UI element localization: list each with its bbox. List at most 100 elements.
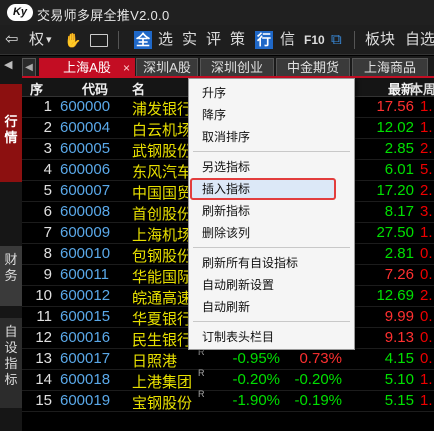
- column-header-name[interactable]: 名: [132, 79, 145, 98]
- toolbar-xuan-button[interactable]: 选: [158, 31, 173, 49]
- close-icon[interactable]: ×: [123, 59, 130, 77]
- left-sidebar: ◀ 行情 财务 自设指标: [0, 56, 22, 431]
- tab-shenzhen-chuangye[interactable]: 深圳创业: [200, 58, 274, 76]
- stock-code: 600010: [60, 245, 111, 262]
- row-index: 3: [43, 140, 52, 157]
- back-arrow-icon[interactable]: ⇦: [5, 31, 18, 49]
- toolbar-shi-button[interactable]: 实: [182, 31, 197, 49]
- stock-code: 600006: [60, 161, 111, 178]
- stock-name: 华能国际: [132, 269, 193, 286]
- tab-shenzhen-a[interactable]: 深圳A股: [136, 58, 198, 76]
- menu-item-refresh-all-custom[interactable]: 刷新所有自设指标: [202, 253, 342, 273]
- stock-code: 600016: [60, 329, 111, 346]
- stock-code: 600019: [60, 392, 111, 409]
- change-pct-2: -0.20%: [294, 371, 342, 388]
- stock-code: 600008: [60, 203, 111, 220]
- table-row[interactable]: 13 600017 日照港 R -0.95% 0.73% 4.15 0.: [22, 347, 434, 370]
- stock-name: 首创股份: [132, 206, 193, 223]
- menu-item-refresh-indicator[interactable]: 刷新指标: [202, 201, 342, 221]
- weekly-value: 0.: [420, 350, 433, 367]
- toolbar-hangqing-button[interactable]: 行: [255, 31, 273, 49]
- menu-item-auto-refresh[interactable]: 自动刷新: [202, 297, 342, 317]
- last-price: 4.15: [384, 350, 414, 367]
- stock-name: 上海机场: [132, 227, 193, 244]
- menu-item-auto-refresh-settings[interactable]: 自动刷新设置: [202, 275, 342, 295]
- stock-code: 600004: [60, 119, 111, 136]
- stock-name: 包钢股份: [132, 248, 193, 265]
- menu-item-sort-desc[interactable]: 降序: [202, 105, 342, 125]
- sidebar-tab-hangqing[interactable]: 行情: [0, 84, 22, 182]
- quan-button[interactable]: 权: [29, 31, 44, 49]
- chevron-down-icon[interactable]: ▾: [46, 31, 52, 49]
- row-index: 14: [35, 371, 52, 388]
- menu-item-customize-header[interactable]: 订制表头栏目: [202, 327, 342, 347]
- last-price: 27.50: [376, 224, 414, 241]
- last-price: 17.56: [376, 98, 414, 115]
- menu-item-sort-asc[interactable]: 升序: [202, 83, 342, 103]
- tab-label: 上海A股: [63, 60, 111, 75]
- toolbar-ce-button[interactable]: 策: [230, 31, 245, 49]
- scroll-left-icon[interactable]: ◀: [22, 58, 36, 76]
- change-pct: -1.90%: [232, 392, 280, 409]
- row-index: 12: [35, 329, 52, 346]
- app-logo-icon: Ky: [7, 4, 33, 21]
- column-header-code[interactable]: 代码: [82, 79, 108, 98]
- stock-name: 日照港: [132, 353, 178, 370]
- tab-shanghai-commodity[interactable]: 上海商品: [352, 58, 428, 76]
- tab-shanghai-a[interactable]: 上海A股 ×: [39, 58, 135, 76]
- weekly-value: 2.: [420, 182, 433, 199]
- menu-item-cancel-sort[interactable]: 取消排序: [202, 127, 342, 147]
- last-price: 2.81: [384, 245, 414, 262]
- column-header-weekly[interactable]: 本周: [410, 79, 434, 98]
- column-header-idx[interactable]: 序: [30, 79, 43, 98]
- stock-code: 600009: [60, 224, 111, 241]
- stock-name: 东风汽车: [132, 164, 193, 181]
- toolbar-quan-all-button[interactable]: 全: [134, 31, 152, 49]
- title-bar: Ky 交易师多屏全推V2.0.0: [0, 0, 434, 25]
- weekly-value: 2.: [420, 140, 433, 157]
- change-pct: -0.20%: [232, 371, 280, 388]
- tab-zhongjin-futures[interactable]: 中金期货: [276, 58, 350, 76]
- menu-item-delete-column[interactable]: 删除该列: [202, 223, 342, 243]
- last-price: 12.02: [376, 119, 414, 136]
- change-pct-2: -0.19%: [294, 392, 342, 409]
- menu-item-insert-indicator[interactable]: 插入指标: [190, 178, 342, 200]
- stock-code: 600017: [60, 350, 111, 367]
- toolbar-zixuan-button[interactable]: 自选: [405, 31, 434, 49]
- menu-item-select-indicator[interactable]: 另选指标: [202, 157, 342, 177]
- toolbar-bankuai-button[interactable]: 板块: [365, 31, 395, 49]
- last-price: 9.99: [384, 308, 414, 325]
- sidebar-tab-caiwu[interactable]: 财务: [0, 246, 22, 306]
- last-price: 5.15: [384, 392, 414, 409]
- stock-code: 600015: [60, 308, 111, 325]
- collapse-left-icon[interactable]: ◀: [4, 58, 12, 71]
- table-row[interactable]: 15 600019 宝钢股份 R -1.90% -0.19% 5.15 1.: [22, 389, 434, 412]
- toolbar-divider: [354, 31, 355, 49]
- keyboard-icon[interactable]: [90, 34, 108, 47]
- stock-code: 600007: [60, 182, 111, 199]
- stock-code: 600000: [60, 98, 111, 115]
- weekly-value: 2.: [420, 287, 433, 304]
- change-pct: -0.95%: [232, 350, 280, 367]
- row-index: 8: [43, 245, 52, 262]
- weekly-value: 1.: [420, 392, 433, 409]
- last-price: 5.10: [384, 371, 414, 388]
- context-menu: 升序 降序 取消排序 另选指标 插入指标 刷新指标 删除该列 刷新所有自设指标 …: [188, 78, 355, 350]
- multi-window-icon[interactable]: ⧉: [331, 31, 342, 49]
- toolbar-f10-button[interactable]: F10: [304, 31, 325, 49]
- last-price: 6.01: [384, 161, 414, 178]
- row-index: 15: [35, 392, 52, 409]
- row-index: 9: [43, 266, 52, 283]
- stock-name: 华夏银行: [132, 311, 193, 328]
- weekly-value: 0.: [420, 329, 433, 346]
- toolbar-xin-button[interactable]: 信: [280, 31, 295, 49]
- table-row[interactable]: 14 600018 上港集团 R -0.20% -0.20% 5.10 1.: [22, 368, 434, 391]
- last-price: 8.17: [384, 203, 414, 220]
- menu-divider: [193, 151, 350, 152]
- sidebar-tab-zixuan[interactable]: 自设指标: [0, 318, 22, 408]
- hand-cursor-icon[interactable]: ✋: [64, 31, 81, 49]
- toolbar-divider: [118, 31, 119, 49]
- last-price: 12.69: [376, 287, 414, 304]
- row-index: 4: [43, 161, 52, 178]
- toolbar-ping-button[interactable]: 评: [206, 31, 221, 49]
